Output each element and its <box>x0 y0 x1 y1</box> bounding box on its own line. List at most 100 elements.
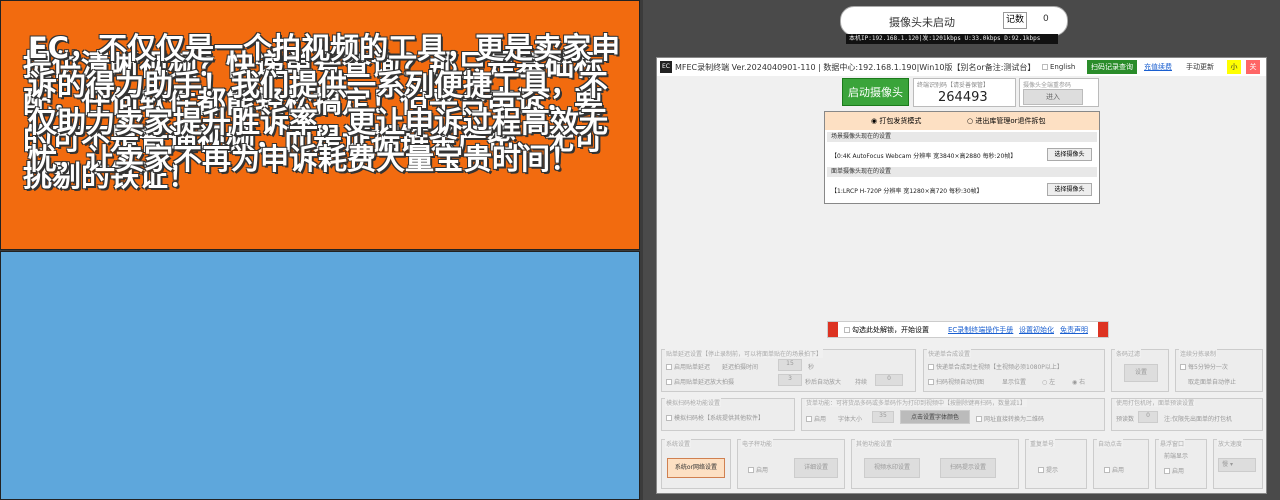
font-size-input[interactable]: 35 <box>872 411 894 423</box>
ship-mode-radio[interactable]: ◉ 打包发货模式 <box>871 112 921 130</box>
system-settings-button[interactable]: 系统or网络设置 <box>667 458 725 478</box>
fast-compose-title: 快递单合成设置 <box>927 349 972 358</box>
paste-zoom-checkbox[interactable]: 启用贴单延迟放大拍摄 <box>666 377 734 386</box>
auto-click-title: 自动点击 <box>1097 439 1124 448</box>
duplicate-title: 重复单号 <box>1029 439 1056 448</box>
zoom-speed-value: 慢 <box>1222 461 1229 468</box>
fast-compose-checkbox[interactable]: 快递单合成到主视频【主视频必须1080P以上】 <box>928 362 1063 371</box>
terminal-code-box: 终端识别码【请妥善保管】 264493 <box>913 78 1016 107</box>
scan-record-button[interactable]: 扫码记录查询 <box>1087 60 1137 74</box>
scale-enable-checkbox[interactable]: 启用 <box>748 465 768 474</box>
duplicate-checkbox[interactable]: 提示 <box>1038 465 1058 474</box>
auto-stop-label: 取走面单自动停止 <box>1188 379 1237 386</box>
terminal-code-label: 终端识别码【请妥善保管】 <box>917 82 990 89</box>
simulate-scanner-section: 模拟扫码枪功能设置 模拟扫码枪【系统提供其他软件】 <box>661 398 795 431</box>
system-section: 系统设置 系统or网络设置 <box>661 439 731 489</box>
system-title: 系统设置 <box>665 439 692 448</box>
english-label: English <box>1050 63 1076 71</box>
start-camera-button[interactable]: 启动摄像头 <box>842 78 909 106</box>
floating-status-bar: 摄像头未启动 记数 0 <box>840 6 1068 36</box>
font-color-button[interactable]: 点击设置字体颜色 <box>900 410 970 424</box>
close-button[interactable]: 关 <box>1246 60 1260 74</box>
manual-link[interactable]: EC录制终端操作手册 <box>948 322 1013 338</box>
zoom-speed-section: 放大速度 慢 ▾ <box>1213 439 1263 489</box>
zoom-sec-label: 秒后自动放大 <box>805 379 842 386</box>
zoom-speed-title: 放大速度 <box>1217 439 1244 448</box>
float-window-section: 悬浮窗口 前端显示 启用 <box>1155 439 1207 489</box>
select-face-camera-button[interactable]: 选择摄像头 <box>1047 183 1092 196</box>
chevron-down-icon: ▾ <box>1229 461 1233 468</box>
goods-section: 货单功能：可将货品多码或多单码作为打印到视频中【按删除键再扫码，数量减1】 启用… <box>801 398 1105 431</box>
font-size-label: 字体大小 <box>838 416 863 423</box>
return-mode-radio[interactable]: ○ 进出库管理or退件拆包 <box>967 112 1046 130</box>
pretime-note: 注:仅限先出面单的打包机 <box>1164 416 1233 423</box>
wait-input[interactable]: 0 <box>875 374 903 386</box>
unlock-checkbox-icon[interactable] <box>844 327 850 333</box>
auto-crop-checkbox[interactable]: 扫码视频自动切图 <box>928 377 984 386</box>
blue-promo-text: EC，不仅仅是一个拍视频的工具，更是卖家申诉的得力助手！我们提供一系列便捷工具，… <box>28 31 621 176</box>
simulate-scanner-title: 模拟扫码枪功能设置 <box>665 398 722 407</box>
fast-compose-section: 快递单合成设置 快递单合成到主视频【主视频必须1080P以上】 扫码视频自动切图… <box>923 349 1105 392</box>
goods-title: 货单功能：可将货品多码或多单码作为打印到视频中【按删除键再扫码，数量减1】 <box>805 399 1027 407</box>
wait-label: 持续 <box>855 379 868 386</box>
scale-settings-button[interactable]: 详细设置 <box>794 458 838 478</box>
english-checkbox-icon[interactable] <box>1042 64 1048 70</box>
unlock-checkbox[interactable]: 勾选此处解锁，开始设置 <box>844 322 929 338</box>
other-title: 其他功能设置 <box>855 439 894 448</box>
float-window-title: 悬浮窗口 <box>1159 439 1186 448</box>
count-value: 0 <box>1043 14 1049 24</box>
camera-status: 摄像头未启动 <box>889 16 955 29</box>
simulate-scanner-checkbox[interactable]: 模拟扫码枪【系统提供其他软件】 <box>666 413 764 422</box>
barcode-filter-button[interactable]: 设置 <box>1124 364 1158 382</box>
pretime-title: 使用打包机时，面单预读设置 <box>1115 399 1196 407</box>
right-radio[interactable]: ◉ 右 <box>1072 377 1085 386</box>
watermark-button[interactable]: 视频水印设置 <box>864 458 920 478</box>
blue-promo-panel: EC，不仅仅是一个拍视频的工具，更是卖家申诉的得力助手！我们提供一系列便捷工具，… <box>0 31 640 500</box>
auto-click-checkbox[interactable]: 启用 <box>1104 465 1124 474</box>
mode-selector: ◉ 打包发货模式 ○ 进出库管理or退件拆包 <box>825 112 1099 130</box>
main-window: EC MFEC录制终端 Ver.2024040901-110 | 数据中心:19… <box>656 57 1267 494</box>
pretime-input[interactable]: 0 <box>1138 411 1158 423</box>
app-logo-icon: EC <box>660 61 672 73</box>
app-screenshot: 摄像头未启动 记数 0 本机IP:192.168.1.120|发:1201kbp… <box>643 0 1280 500</box>
return-mode-label: 进出库管理or退件拆包 <box>975 117 1046 125</box>
pretime-section: 使用打包机时，面单预读设置 预读数 0 注:仅限先出面单的打包机 <box>1111 398 1263 431</box>
english-toggle[interactable]: English <box>1042 60 1086 74</box>
network-readout: 本机IP:192.168.1.120|发:1201kbps U:33.0kbps… <box>846 34 1058 44</box>
minimize-button[interactable]: 小 <box>1227 60 1241 74</box>
paste-zoom-input[interactable]: 3 <box>778 374 802 386</box>
terminal-code-value: 264493 <box>938 90 988 105</box>
goods-enable-checkbox[interactable]: 启用 <box>806 414 826 423</box>
left-radio[interactable]: ○ 左 <box>1042 377 1055 386</box>
scene-camera-header: 场景摄像头现在的设置 <box>827 132 1097 142</box>
ship-mode-label: 打包发货模式 <box>879 117 922 125</box>
paste-sec-label: 秒 <box>808 364 815 371</box>
count-label[interactable]: 记数 <box>1003 12 1027 29</box>
camera-ref-label: 摄像头全端重参码 <box>1023 82 1072 89</box>
unlock-label: 勾选此处解锁，开始设置 <box>852 326 929 334</box>
qr-checkbox[interactable]: 网址直接转换为二维码 <box>976 414 1044 423</box>
paste-delay-label: 延迟拍摄时间 <box>722 364 759 371</box>
select-scene-camera-button[interactable]: 选择摄像头 <box>1047 148 1092 161</box>
auto-click-section: 自动点击 启用 <box>1093 439 1149 489</box>
face-camera-value: 【1:LRCP H-720P 分辨率 宽1280×高720 每秒:30帧】 <box>831 188 983 195</box>
init-link[interactable]: 设置初始化 <box>1019 322 1054 338</box>
manual-update-button[interactable]: 手动更新 <box>1182 60 1218 74</box>
zoom-speed-select[interactable]: 慢 ▾ <box>1218 458 1256 472</box>
paste-delay-section: 贴单延迟设置【停止录制前，可以将面单贴在的场景拍下】 启用贴单延迟 延迟拍摄时间… <box>661 349 916 392</box>
barcode-filter-title: 条码过滤 <box>1115 349 1142 358</box>
unlock-bar: 勾选此处解锁，开始设置 EC录制终端操作手册 设置初始化 免责声明 <box>827 321 1109 338</box>
unlock-right-marker <box>1098 322 1108 337</box>
paste-delay-input[interactable]: 15 <box>778 359 802 371</box>
title-bar: EC MFEC录制终端 Ver.2024040901-110 | 数据中心:19… <box>657 58 1266 76</box>
split-5min-checkbox[interactable]: 每5分钟分一次 <box>1180 362 1228 371</box>
enter-button[interactable]: 进入 <box>1023 89 1083 105</box>
scan-tip-button[interactable]: 扫码提示设置 <box>940 458 996 478</box>
paste-enable-checkbox[interactable]: 启用贴单延迟 <box>666 362 710 371</box>
recharge-link[interactable]: 充值续费 <box>1141 60 1175 74</box>
other-section: 其他功能设置 视频水印设置 扫码提示设置 <box>851 439 1019 489</box>
paste-delay-title: 贴单延迟设置【停止录制前，可以将面单贴在的场景拍下】 <box>665 349 824 358</box>
float-window-checkbox[interactable]: 启用 <box>1164 466 1184 475</box>
disclaimer-link[interactable]: 免责声明 <box>1060 322 1088 338</box>
pretime-label: 预读数 <box>1116 416 1135 423</box>
